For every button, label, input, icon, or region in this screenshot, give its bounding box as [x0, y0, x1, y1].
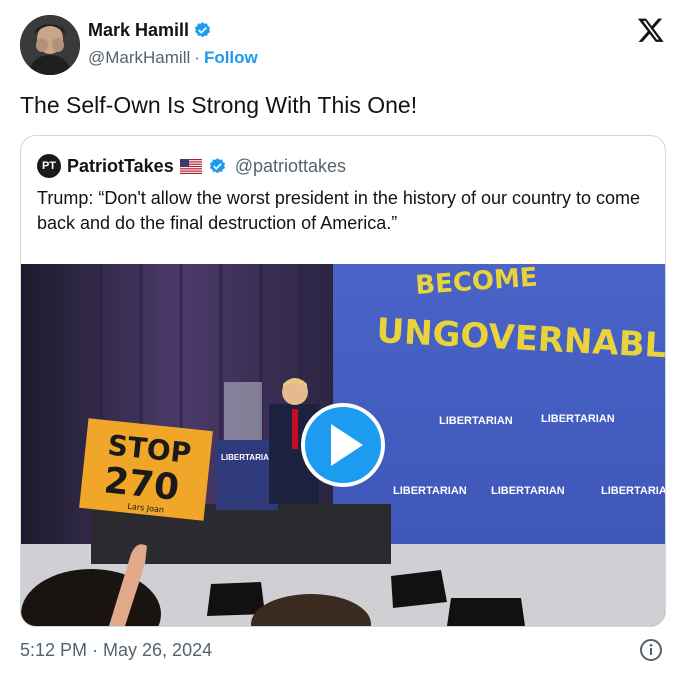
separator-dot: · [194, 48, 200, 67]
verified-badge-icon [209, 157, 225, 173]
quoted-tweet[interactable]: PT PatriotTakes @patriottakes Trump: “Do… [20, 135, 666, 627]
svg-text:LIBERTARIAN: LIBERTARIAN [439, 415, 513, 427]
tweet-timestamp[interactable]: 5:12 PM · May 26, 2024 [20, 640, 212, 661]
sign-line-2: 270 [102, 460, 181, 509]
quoted-author-handle[interactable]: @patriottakes [235, 156, 346, 177]
video-frame: BECOME UNGOVERNABLE LIBERTARIAN LIBERTAR… [21, 264, 665, 626]
play-icon[interactable] [301, 403, 385, 487]
quoted-author-name[interactable]: PatriotTakes [67, 156, 174, 177]
svg-text:LIBERTARIAN: LIBERTARIAN [221, 453, 275, 462]
author-handle[interactable]: @MarkHamill [88, 48, 190, 67]
svg-text:LIBERTARIAN: LIBERTARIAN [601, 485, 665, 497]
svg-text:LIBERTARIAN: LIBERTARIAN [541, 413, 615, 425]
video-thumbnail[interactable]: BECOME UNGOVERNABLE LIBERTARIAN LIBERTAR… [21, 264, 665, 626]
tweet-card: Mark Hamill @MarkHamill · Follow The Self-… [0, 0, 687, 673]
protest-sign: STOP 270 Lars Joan [79, 418, 213, 521]
svg-text:LIBERTARIAN: LIBERTARIAN [393, 485, 467, 497]
author-name[interactable]: Mark Hamill [88, 20, 189, 41]
info-icon[interactable] [639, 638, 663, 662]
author-avatar[interactable] [20, 15, 80, 75]
svg-text:LIBERTARIAN: LIBERTARIAN [491, 485, 565, 497]
quoted-avatar[interactable]: PT [37, 154, 61, 178]
x-logo-icon[interactable] [637, 16, 665, 44]
us-flag-icon [179, 158, 202, 174]
follow-button[interactable]: Follow [204, 48, 258, 67]
quoted-tweet-text: Trump: “Don't allow the worst president … [37, 188, 641, 233]
tweet-text: The Self-Own Is Strong With This One! [20, 92, 418, 118]
verified-badge-icon [195, 22, 211, 38]
